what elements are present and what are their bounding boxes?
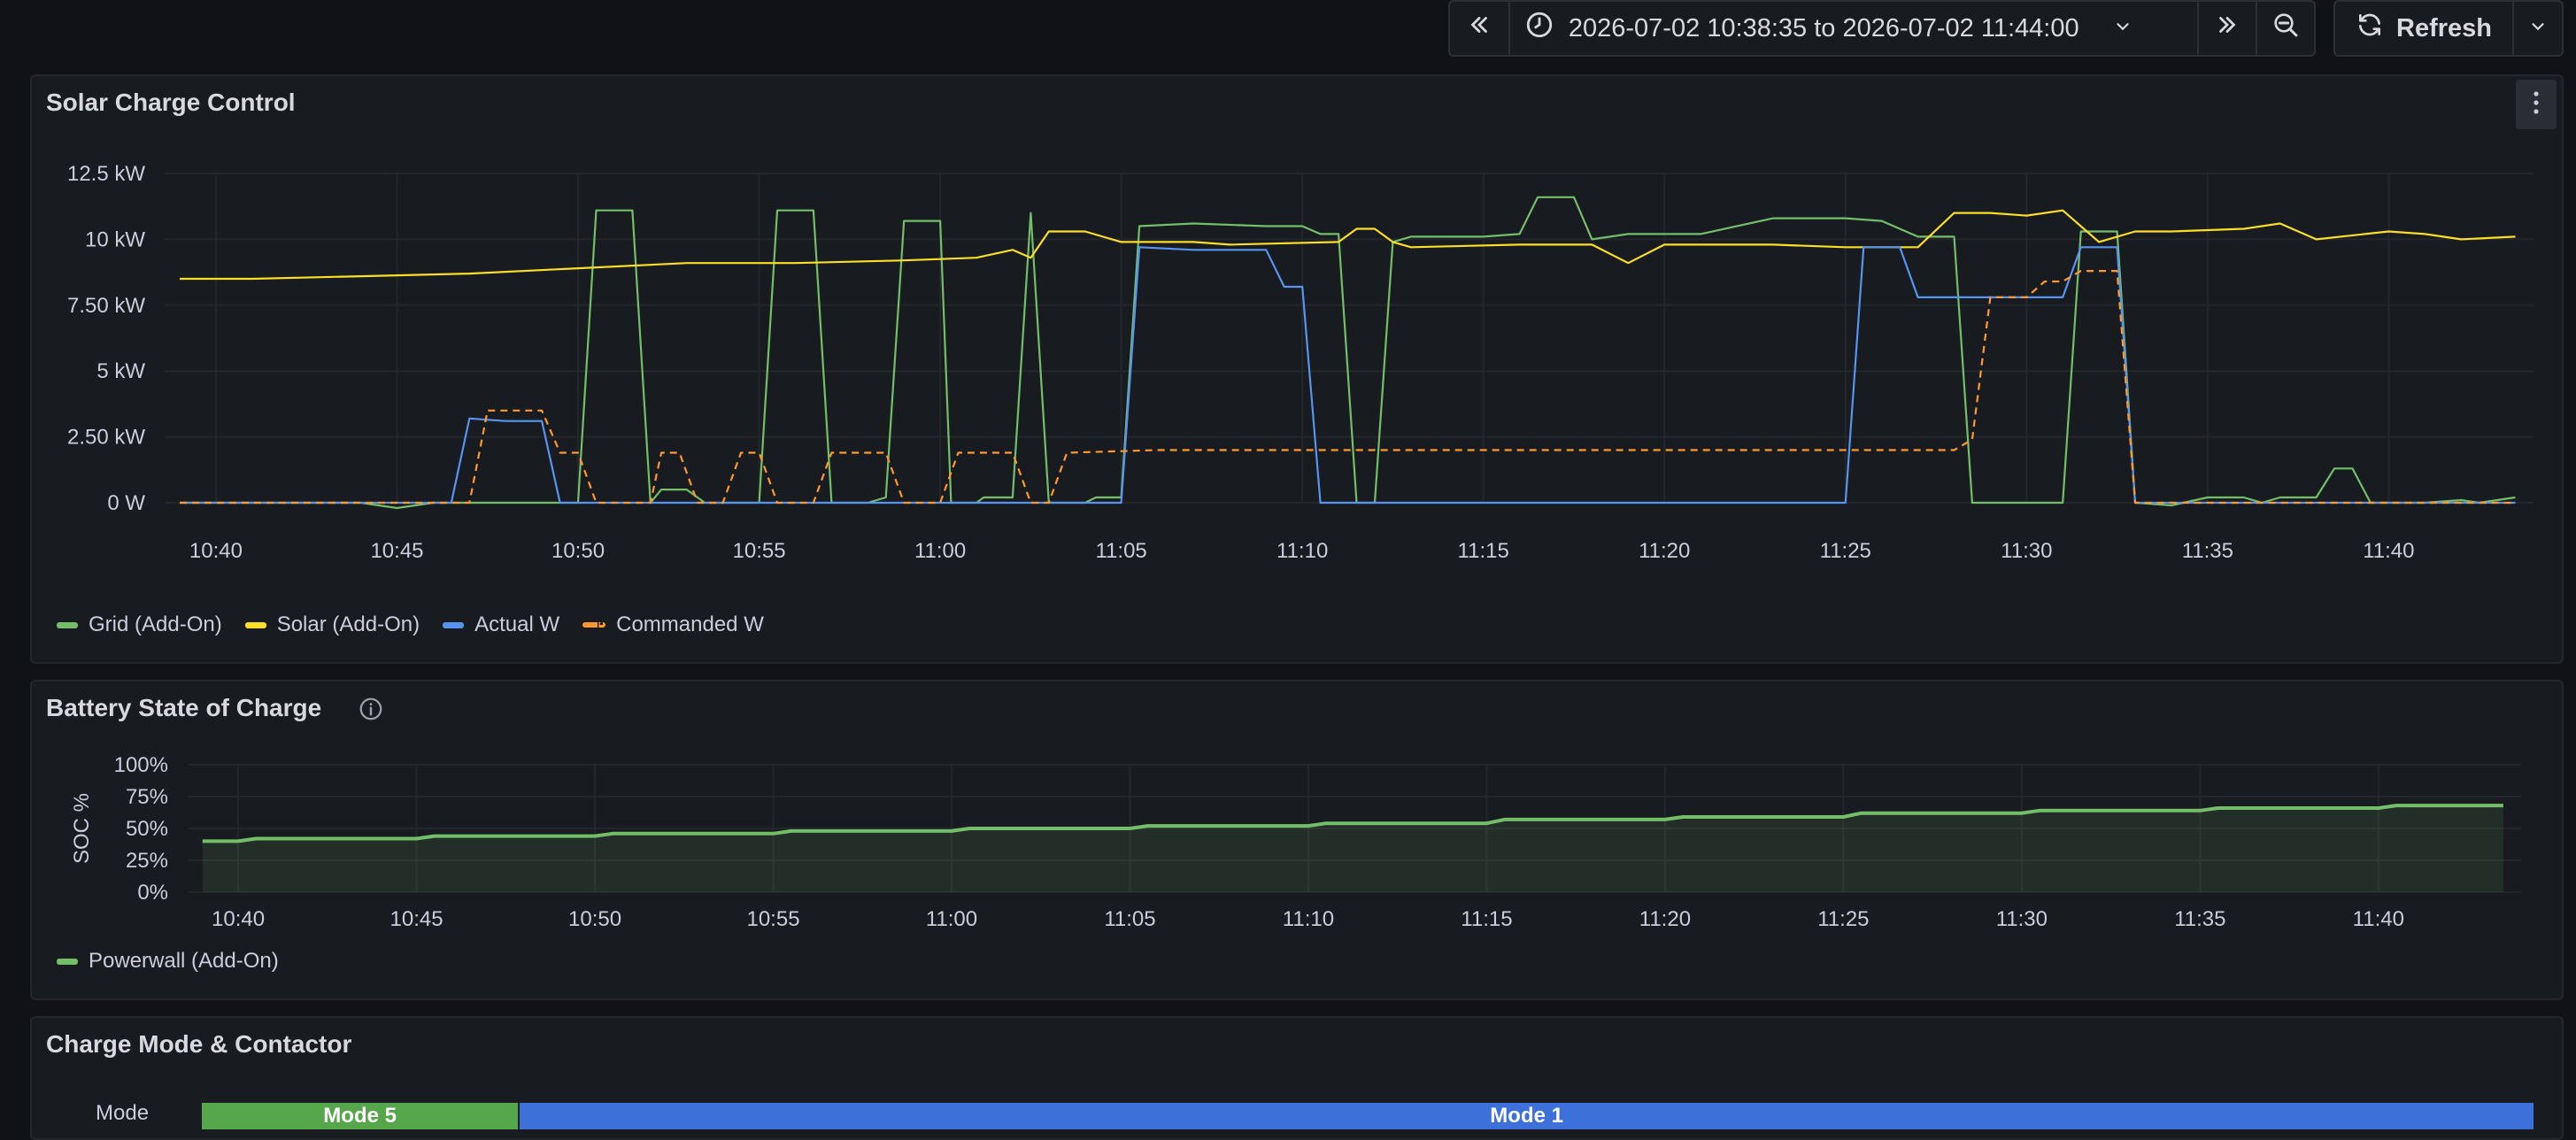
x-tick-label: 11:20 (1639, 539, 1690, 563)
legend-item[interactable]: Solar (Add-On) (244, 612, 420, 637)
y-tick-label: 0% (137, 881, 168, 905)
battery-soc-panel: Battery State of Charge 0% 25% 50% 75% 100% 1… (30, 680, 2564, 1000)
time-toolbar: 2026-07-02 10:38:35 to 2026-07-02 11:44:… (0, 0, 2576, 74)
legend-swatch (57, 958, 78, 965)
shift-back-button[interactable] (1450, 2, 1508, 55)
legend-swatch (57, 621, 78, 628)
x-tick-label: 11:00 (914, 539, 966, 563)
chevron-down-icon (2113, 14, 2133, 43)
legend-item[interactable]: Actual W (443, 612, 559, 637)
x-tick-label: 11:30 (2001, 539, 2052, 563)
zoom-out-button[interactable] (2256, 2, 2314, 55)
x-tick-label: 11:25 (1820, 539, 1871, 563)
y-tick-label: 10 kW (85, 227, 145, 251)
legend-label: Powerwall (Add-On) (89, 949, 279, 973)
x-tick-label: 11:20 (1639, 907, 1691, 931)
shift-forward-button[interactable] (2197, 2, 2256, 55)
series-area (202, 805, 2503, 892)
legend-label: Actual W (474, 612, 560, 636)
x-tick-label: 10:40 (189, 539, 243, 563)
y-tick-label: 75% (126, 785, 168, 809)
time-picker-button[interactable]: 2026-07-02 10:38:35 to 2026-07-02 11:44:… (1508, 2, 2197, 55)
panel-title: Charge Mode & Contactor (46, 1030, 352, 1058)
refresh-label: Refresh (2396, 13, 2492, 42)
chevron-down-icon (2528, 14, 2548, 43)
y-tick-label: 100% (114, 753, 168, 777)
mode-segment[interactable]: Mode 5 (202, 1103, 521, 1129)
series-line-grid-add-on[interactable] (180, 196, 2516, 510)
y-tick-label: 5 kW (96, 359, 145, 383)
legend-swatch (244, 621, 266, 628)
y-tick-label: 50% (126, 817, 168, 841)
legend-swatch (582, 622, 606, 628)
x-tick-label: 11:05 (1104, 907, 1155, 931)
mode-segment[interactable]: Mode 1 (520, 1103, 2535, 1129)
legend-label: Solar (Add-On) (276, 612, 420, 636)
legend-swatch (443, 621, 465, 628)
clock-icon (1524, 10, 1554, 47)
legend-item[interactable]: Grid (Add-On) (57, 612, 222, 637)
x-tick-label: 11:15 (1461, 907, 1512, 931)
mode-timeline: Mode 5 Mode 1 (202, 1103, 2535, 1129)
refresh-interval-button[interactable] (2512, 2, 2562, 55)
shift-forward-icon (2214, 12, 2241, 45)
legend-label: Commanded W (616, 612, 764, 636)
x-tick-label: 11:10 (1283, 907, 1334, 931)
x-tick-label: 10:50 (568, 907, 621, 931)
charge-mode-panel: Charge Mode & Contactor Mode Mode 5 Mode … (30, 1016, 2564, 1140)
y-axis-label: SOC % (70, 793, 94, 864)
solar-legend: Grid (Add-On) Solar (Add-On) Actual W Comma… (57, 612, 764, 637)
shift-back-icon (1466, 12, 1492, 45)
x-tick-label: 11:25 (1817, 907, 1869, 931)
y-tick-label: 25% (126, 849, 168, 873)
y-tick-label: 7.50 kW (67, 294, 145, 318)
x-tick-label: 11:10 (1276, 539, 1328, 563)
mode-row-label: Mode (96, 1101, 150, 1125)
x-tick-label: 11:40 (2353, 907, 2404, 931)
x-tick-label: 10:40 (212, 907, 265, 931)
y-tick-label: 12.5 kW (67, 162, 145, 186)
x-tick-label: 11:05 (1095, 539, 1146, 563)
legend-label: Grid (Add-On) (89, 612, 222, 636)
battery-chart: 0% 25% 50% 75% 100% 10:40 10:45 10:50 10:55 11:00… (70, 753, 2521, 931)
y-tick-label: 0 W (107, 491, 145, 515)
y-tick-label: 2.50 kW (67, 426, 145, 450)
x-tick-label: 10:55 (746, 907, 799, 931)
legend-item[interactable]: Powerwall (Add-On) (57, 949, 279, 974)
solar-charge-panel: Solar Charge Control 0 W 2.50 kW 5 kW 7.50 … (30, 74, 2564, 664)
zoom-out-icon (2271, 11, 2300, 46)
x-tick-label: 10:45 (390, 907, 443, 931)
refresh-button[interactable]: Refresh (2335, 2, 2512, 55)
x-tick-label: 11:00 (926, 907, 977, 931)
refresh-controls: Refresh (2333, 0, 2564, 57)
x-tick-label: 10:45 (370, 539, 423, 563)
x-tick-label: 11:30 (1996, 907, 2048, 931)
time-range-controls: 2026-07-02 10:38:35 to 2026-07-02 11:44:… (1448, 0, 2316, 57)
series-line-solar-add-on[interactable] (180, 209, 2516, 281)
legend-item[interactable]: Commanded W (582, 612, 764, 637)
battery-legend: Powerwall (Add-On) (57, 949, 279, 974)
refresh-icon (2356, 11, 2384, 46)
x-tick-label: 10:50 (551, 539, 605, 563)
time-range-label: 2026-07-02 10:38:35 to 2026-07-02 11:44:… (1568, 13, 2079, 42)
x-tick-label: 11:35 (2174, 907, 2225, 931)
x-tick-label: 10:55 (733, 539, 786, 563)
solar-chart: 0 W 2.50 kW 5 kW 7.50 kW 10 kW 12.5 kW 10:40 10… (67, 162, 2534, 563)
x-tick-label: 11:15 (1458, 539, 1509, 563)
x-tick-label: 11:35 (2182, 539, 2233, 563)
x-tick-label: 11:40 (2363, 539, 2414, 563)
